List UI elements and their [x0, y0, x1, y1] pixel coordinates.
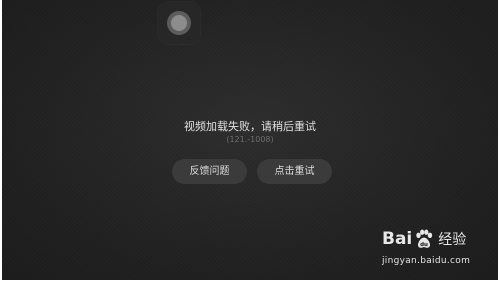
- feedback-button[interactable]: 反馈问题: [172, 159, 247, 184]
- baidu-paw-icon: du: [416, 229, 433, 248]
- watermark-logo-bai: Bai: [382, 229, 413, 249]
- error-message: 视频加载失败，请稍后重试: [184, 120, 316, 133]
- error-code: (121.-1008): [226, 135, 274, 144]
- watermark-url: jingyan.baidu.com: [382, 256, 471, 266]
- watermark-logo: Bai du 经验: [382, 226, 466, 252]
- watermark-logo-jingyan: 经验: [438, 232, 467, 248]
- retry-button[interactable]: 点击重试: [257, 159, 332, 184]
- svg-text:du: du: [420, 242, 428, 248]
- floating-ball-button[interactable]: [158, 2, 200, 44]
- floating-ball-icon: [167, 11, 191, 35]
- video-player: 视频加载失败，请稍后重试 (121.-1008) 反馈问题 点击重试 Bai d…: [2, 0, 498, 280]
- floating-ball-center: [171, 15, 187, 31]
- baidu-jingyan-watermark: Bai du 经验 jingyan.baidu.com: [382, 226, 498, 274]
